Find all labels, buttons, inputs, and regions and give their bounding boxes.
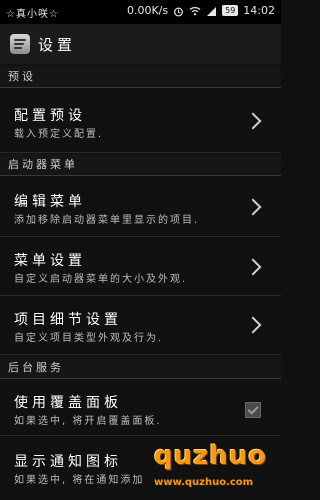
chevron-right-icon	[244, 198, 262, 216]
watermark-brand: quzhuo	[154, 441, 268, 471]
wifi-icon	[189, 4, 201, 17]
carrier-label: ☆真小咲☆	[6, 9, 59, 20]
pref-summary: 自定义启动器菜单的大小及外观.	[14, 274, 188, 285]
action-bar: 设置	[0, 24, 281, 64]
section-header-presets: 预设	[0, 66, 281, 88]
pref-item-item-detail-settings[interactable]: 项目细节设置 自定义项目类型外观及行为.	[0, 297, 281, 355]
pref-title: 配置预设	[14, 108, 86, 124]
overlay-panel-checkbox[interactable]	[245, 402, 261, 418]
pref-title: 项目细节设置	[14, 312, 122, 328]
pref-item-edit-menu[interactable]: 编辑菜单 添加移除启动器菜单里显示的项目.	[0, 177, 281, 237]
chevron-right-icon	[244, 316, 262, 334]
settings-app-icon[interactable]	[10, 34, 30, 54]
status-right-group: 0.00K/s 59 14:02	[127, 4, 275, 17]
pref-item-config-presets[interactable]: 配置预设 载入预定义配置.	[0, 89, 281, 153]
pref-summary: 自定义项目类型外观及行为.	[14, 333, 164, 344]
watermark-logo: quzhuo www.quzhuo.com	[150, 437, 281, 500]
pref-summary: 如果选中, 将开启覆盖面板.	[14, 416, 162, 427]
pref-summary: 添加移除启动器菜单里显示的项目.	[14, 215, 200, 226]
pref-title: 使用覆盖面板	[14, 395, 122, 411]
signal-icon	[206, 4, 217, 17]
status-bar: ☆真小咲☆ 0.00K/s 59 14:02	[0, 0, 281, 24]
pref-title: 编辑菜单	[14, 194, 86, 210]
clock: 14:02	[243, 4, 275, 17]
pref-item-use-overlay-panel[interactable]: 使用覆盖面板 如果选中, 将开启覆盖面板.	[0, 380, 281, 436]
battery-indicator: 59	[222, 5, 239, 16]
watermark-url: www.quzhuo.com	[154, 477, 254, 488]
chevron-right-icon	[244, 112, 262, 130]
network-speed: 0.00K/s	[126, 4, 169, 17]
alarm-icon	[173, 4, 184, 17]
pref-title: 菜单设置	[14, 253, 86, 269]
section-header-launcher-menu: 启动器菜单	[0, 154, 281, 176]
section-header-background-service: 后台服务	[0, 357, 281, 379]
chevron-right-icon	[244, 258, 262, 276]
pref-item-menu-settings[interactable]: 菜单设置 自定义启动器菜单的大小及外观.	[0, 238, 281, 296]
pref-title: 显示通知图标	[14, 454, 122, 470]
page-title: 设置	[38, 36, 77, 54]
pref-summary: 如果选中, 将在通知添加	[14, 475, 145, 486]
pref-summary: 载入预定义配置.	[14, 129, 104, 140]
